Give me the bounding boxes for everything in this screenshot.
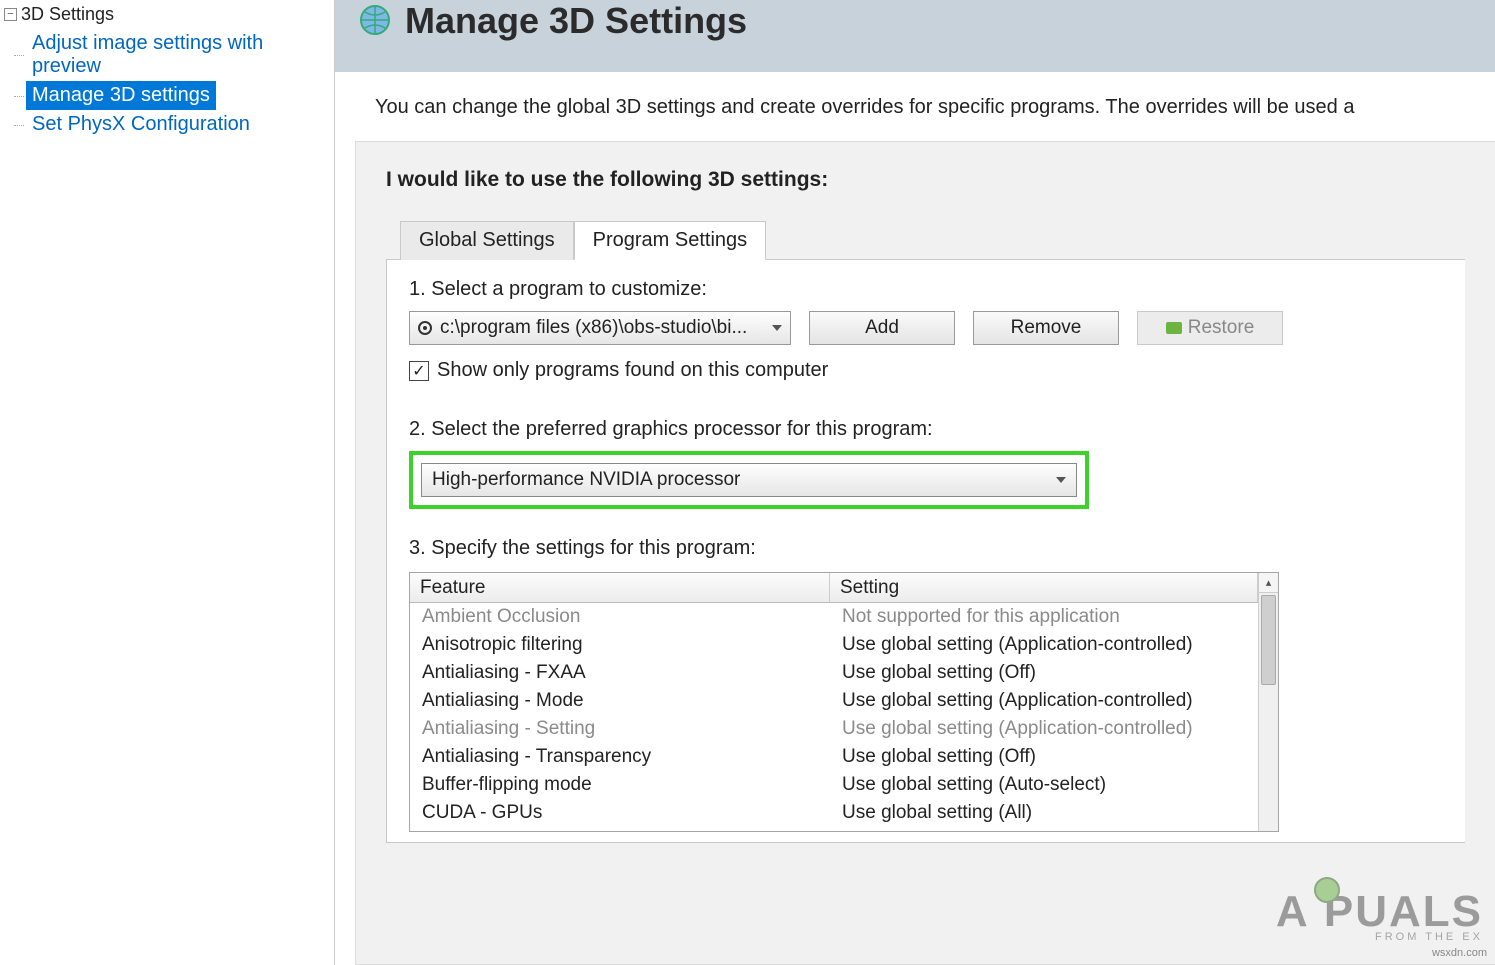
chevron-down-icon: [1056, 477, 1066, 483]
tab-program-settings[interactable]: Program Settings: [574, 221, 767, 260]
tree-root-label: 3D Settings: [21, 4, 114, 25]
setting-cell: Use global setting (Application-controll…: [830, 690, 1258, 712]
program-select-value: c:\program files (x86)\obs-studio\bi...: [440, 317, 747, 339]
tree-children: Adjust image settings with preview Manag…: [26, 29, 334, 139]
feature-cell: Antialiasing - FXAA: [410, 662, 830, 684]
step3-label: 3. Specify the settings for this program…: [409, 537, 1443, 560]
button-label: Restore: [1188, 317, 1255, 339]
restore-button: Restore: [1137, 311, 1283, 345]
checkbox-icon[interactable]: ✓: [409, 361, 429, 381]
sidebar-item-adjust-image[interactable]: Adjust image settings with preview: [26, 29, 334, 81]
feature-cell: CUDA - GPUs: [410, 802, 830, 824]
chevron-down-icon: [772, 325, 782, 331]
sidebar-item-label: Adjust image settings with preview: [32, 32, 263, 77]
page-description: You can change the global 3D settings an…: [335, 72, 1495, 141]
table-row[interactable]: Ambient OcclusionNot supported for this …: [410, 603, 1258, 631]
tab-label: Program Settings: [593, 229, 748, 251]
remove-button[interactable]: Remove: [973, 311, 1119, 345]
feature-table-body: Ambient OcclusionNot supported for this …: [410, 603, 1258, 832]
table-row[interactable]: Buffer-flipping modeUse global setting (…: [410, 771, 1258, 799]
sidebar-item-label: Manage 3D settings: [32, 84, 210, 106]
setting-cell: Use global setting (Off): [830, 746, 1258, 768]
collapse-icon[interactable]: −: [4, 8, 17, 21]
feature-table: Feature Setting Ambient OcclusionNot sup…: [409, 572, 1279, 832]
main: Manage 3D Settings You can change the gl…: [335, 0, 1495, 965]
col-setting-header[interactable]: Setting: [830, 573, 1258, 602]
nvidia-icon: [1166, 322, 1182, 334]
gpu-select[interactable]: High-performance NVIDIA processor: [421, 463, 1077, 497]
gpu-select-value: High-performance NVIDIA processor: [432, 469, 740, 491]
setting-cell: Use global setting (Auto-select): [830, 774, 1258, 796]
sidebar-item-manage-3d[interactable]: Manage 3D settings: [26, 81, 216, 110]
step1-label: 1. Select a program to customize:: [409, 278, 1443, 301]
table-row[interactable]: Anisotropic filteringUse global setting …: [410, 631, 1258, 659]
globe-icon: [355, 0, 395, 40]
col-feature-header[interactable]: Feature: [410, 573, 830, 602]
page-title: Manage 3D Settings: [405, 0, 747, 42]
header: Manage 3D Settings: [335, 0, 1495, 72]
feature-table-inner: Feature Setting Ambient OcclusionNot sup…: [410, 573, 1258, 831]
feature-cell: Ambient Occlusion: [410, 606, 830, 628]
scroll-thumb[interactable]: [1261, 595, 1276, 685]
feature-cell: Antialiasing - Transparency: [410, 746, 830, 768]
settings-panel: I would like to use the following 3D set…: [355, 141, 1495, 965]
tab-label: Global Settings: [419, 229, 555, 251]
table-row[interactable]: Antialiasing - SettingUse global setting…: [410, 715, 1258, 743]
feature-table-header: Feature Setting: [410, 573, 1258, 603]
table-row[interactable]: Antialiasing - TransparencyUse global se…: [410, 743, 1258, 771]
setting-cell: Use global setting (Off): [830, 662, 1258, 684]
feature-cell: Anisotropic filtering: [410, 634, 830, 656]
checkbox-label: Show only programs found on this compute…: [437, 359, 828, 382]
table-row[interactable]: Antialiasing - ModeUse global setting (A…: [410, 687, 1258, 715]
step1-row: c:\program files (x86)\obs-studio\bi... …: [409, 311, 1443, 345]
settings-heading: I would like to use the following 3D set…: [386, 168, 1465, 192]
tabs: Global Settings Program Settings: [400, 220, 1465, 259]
feature-cell: Antialiasing - Mode: [410, 690, 830, 712]
scroll-up-icon[interactable]: ▴: [1259, 573, 1278, 593]
sidebar: − 3D Settings Adjust image settings with…: [0, 0, 335, 965]
step2-label: 2. Select the preferred graphics process…: [409, 418, 1443, 441]
target-icon: [418, 321, 432, 335]
setting-cell: Use global setting (Application-controll…: [830, 634, 1258, 656]
table-row[interactable]: CUDA - GPUsUse global setting (All): [410, 799, 1258, 827]
show-only-checkbox-row[interactable]: ✓ Show only programs found on this compu…: [409, 359, 1443, 382]
setting-cell: Not supported for this application: [830, 606, 1258, 628]
feature-cell: Buffer-flipping mode: [410, 774, 830, 796]
button-label: Add: [865, 317, 899, 339]
feature-cell: Antialiasing - Setting: [410, 718, 830, 740]
scrollbar[interactable]: ▴: [1258, 573, 1278, 831]
sidebar-item-physx[interactable]: Set PhysX Configuration: [26, 110, 334, 139]
table-row[interactable]: Antialiasing - FXAAUse global setting (O…: [410, 659, 1258, 687]
tab-content: 1. Select a program to customize: c:\pro…: [386, 259, 1465, 843]
gpu-select-highlight: High-performance NVIDIA processor: [409, 451, 1089, 509]
tab-global-settings[interactable]: Global Settings: [400, 221, 574, 260]
setting-cell: Use global setting (All): [830, 802, 1258, 824]
button-label: Remove: [1011, 317, 1082, 339]
add-button[interactable]: Add: [809, 311, 955, 345]
sidebar-item-label: Set PhysX Configuration: [32, 113, 250, 135]
program-select[interactable]: c:\program files (x86)\obs-studio\bi...: [409, 311, 791, 345]
setting-cell: Use global setting (Application-controll…: [830, 718, 1258, 740]
tree-root[interactable]: − 3D Settings: [4, 4, 334, 25]
